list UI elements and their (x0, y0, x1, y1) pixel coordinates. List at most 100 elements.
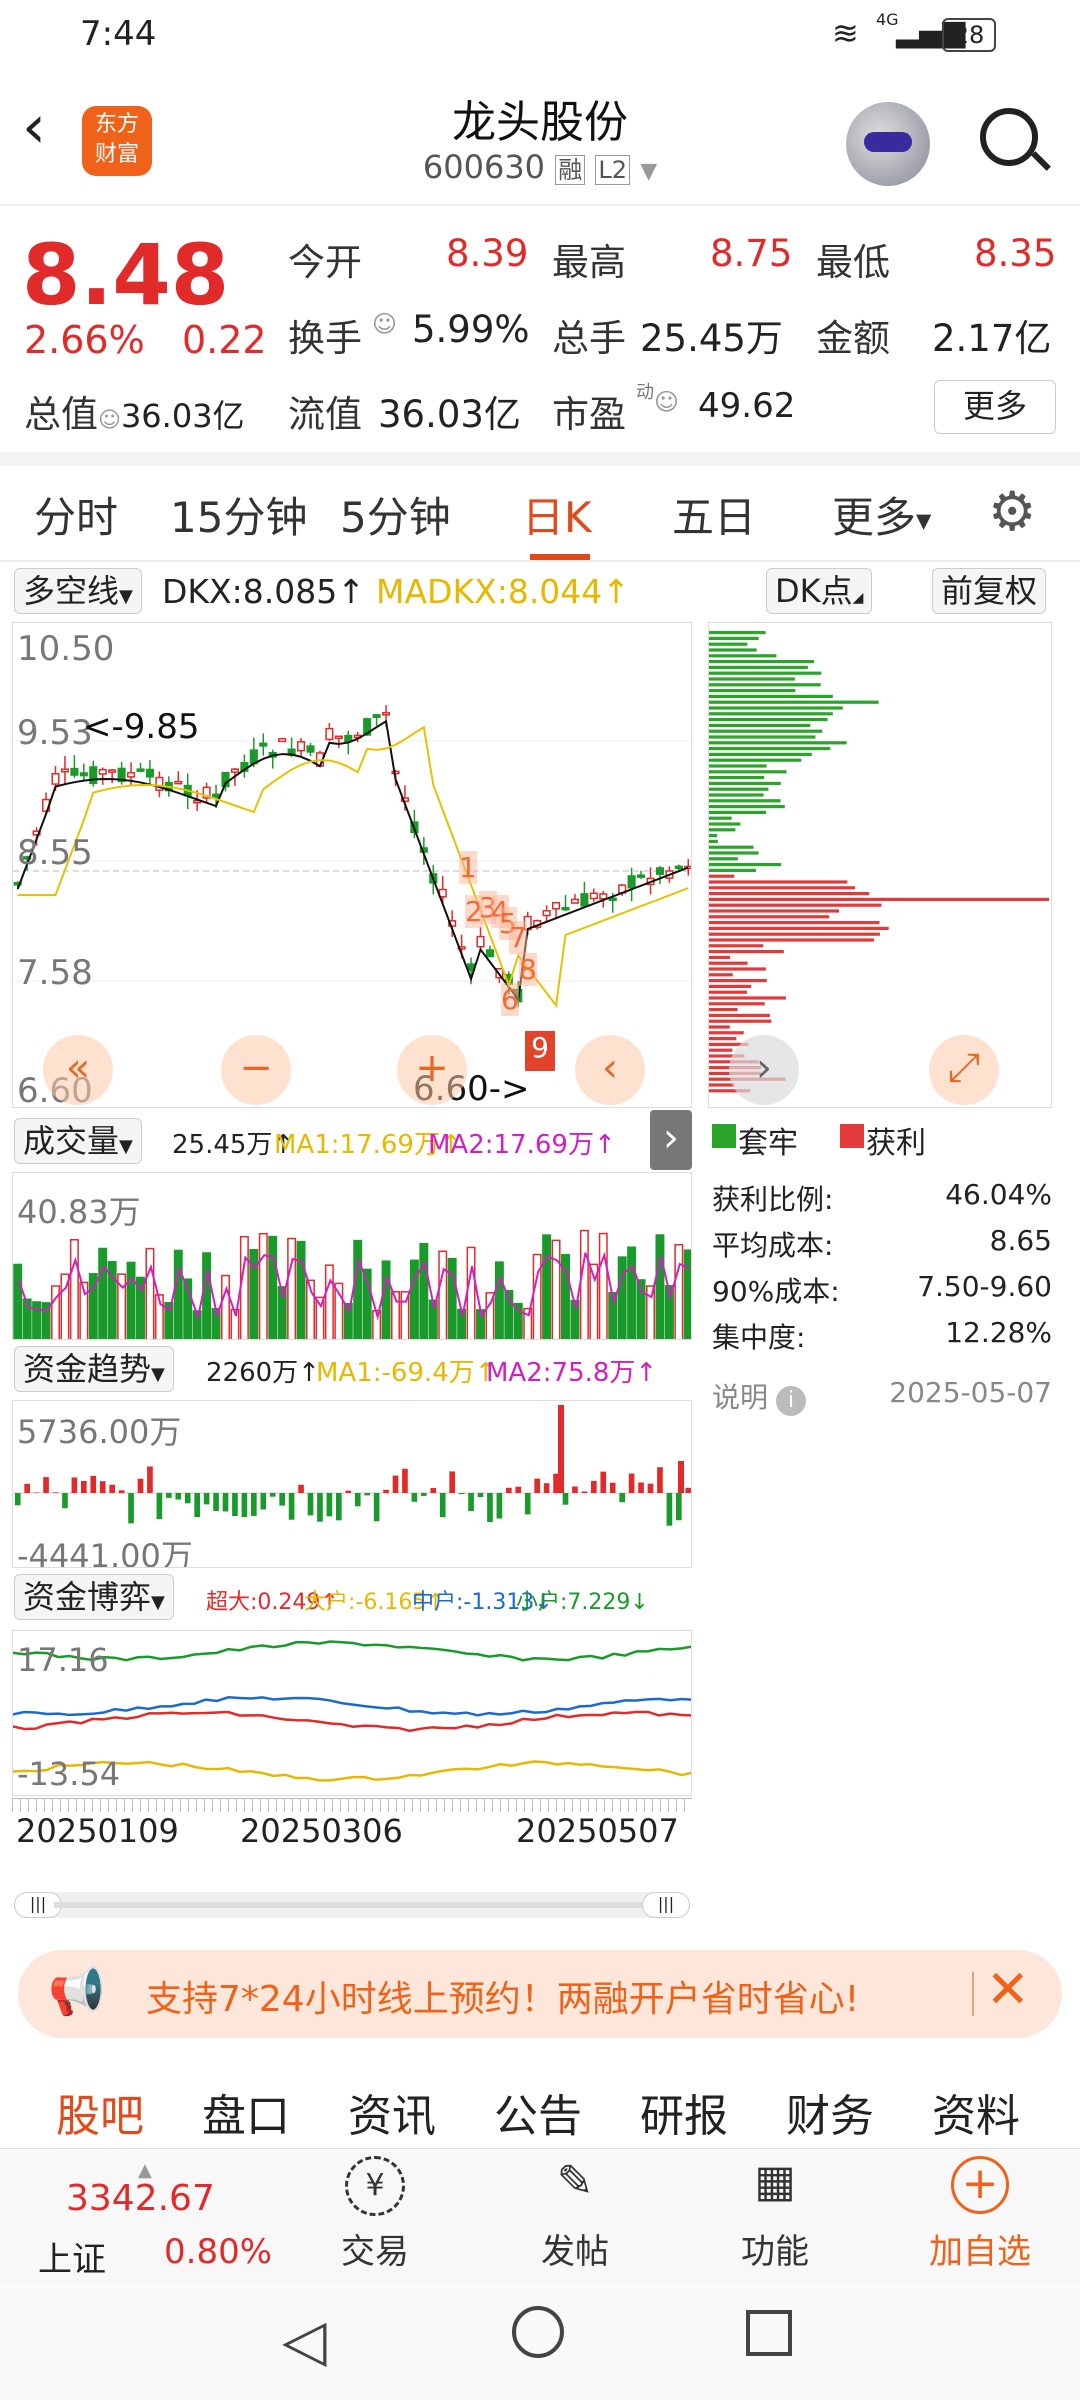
fund-indicator-label: 资金趋势 (23, 1350, 152, 1388)
dk-point-button[interactable]: DK点◢ (766, 568, 873, 614)
chip-stat-value: 7.50-9.60 (917, 1270, 1052, 1303)
logo-text-bottom: 财富 (94, 142, 139, 167)
pan-left-button[interactable]: ‹ (575, 1035, 645, 1105)
chip-bar (709, 770, 787, 774)
fund-trend-chart[interactable]: 5736.00万 -4441.00万 (12, 1400, 692, 1568)
amount-value: 2.17亿 (932, 317, 1052, 360)
app-logo[interactable]: 东方 财富 (82, 106, 152, 176)
kline-chart[interactable]: 10.50 9.53 8.55 7.58 6.60 <-9.85 6.60-> … (12, 622, 692, 1108)
volume-chart[interactable]: 40.83万 (12, 1172, 692, 1340)
info-icon[interactable]: ☺ (654, 388, 679, 416)
turnover-value: 5.99% (412, 308, 530, 351)
tab-profile[interactable]: 资料 (932, 2080, 1020, 2144)
chip-bar (709, 1031, 744, 1035)
search-icon[interactable] (980, 108, 1051, 171)
kline-indicator-select[interactable]: 多空线▼ (14, 568, 142, 614)
volume-bar (287, 1237, 297, 1339)
expand-indicators-button[interactable]: › (650, 1110, 692, 1170)
settings-gear-icon[interactable]: ⚙ (988, 480, 1036, 543)
date-label-start: 20250109 (16, 1812, 179, 1850)
dropdown-icon[interactable]: ▼ (640, 159, 657, 184)
tab-guba[interactable]: 股吧 (56, 2080, 144, 2144)
dkx-value: DKX:8.085↑ (162, 572, 365, 611)
pe-label: 市盈 (552, 393, 626, 436)
volume-bar (173, 1249, 183, 1339)
high-value: 8.75 (710, 232, 793, 275)
tab-five-day[interactable]: 五日 (672, 484, 756, 545)
tab-15min[interactable]: 15分钟 (170, 484, 307, 545)
chip-distribution-chart[interactable]: › ⤢ (708, 622, 1052, 1108)
change-amount: 0.22 (182, 318, 267, 362)
post-button[interactable]: ✎ 发帖 (530, 2148, 620, 2288)
nav-recent-icon[interactable] (746, 2310, 792, 2356)
chip-bar (709, 938, 875, 942)
pan-left-fast-button[interactable]: « (43, 1035, 113, 1105)
chip-bar (709, 932, 880, 936)
add-watchlist-button[interactable]: + 加自选 (910, 2148, 1050, 2288)
info-icon[interactable]: ☺ (372, 310, 397, 338)
chip-bar (709, 776, 765, 780)
current-price: 8.48 (22, 226, 230, 324)
close-icon[interactable]: ✕ (986, 1960, 1030, 2020)
kline-candle (136, 768, 145, 772)
fund-game-chart[interactable]: 17.16 -13.54 (12, 1630, 692, 1796)
separator (0, 452, 1080, 466)
expand-icon[interactable]: ⤢ (929, 1035, 999, 1105)
battery-icon: 28 (942, 18, 996, 52)
kline-candle (542, 910, 551, 917)
status-bar: 7:44 ≋ 4G ▂▄▆ 28 (0, 0, 1080, 72)
chip-bar (709, 863, 782, 867)
adjust-select[interactable]: 前复权 (932, 568, 1047, 614)
tab-pankou[interactable]: 盘口 (202, 2080, 290, 2144)
chip-bar (709, 712, 833, 716)
chip-stat-row: 获利比例: 46.04% (712, 1178, 1052, 1224)
period-tabs: 分时 15分钟 5分钟 日K 五日 更多▼ ⚙ (0, 466, 1080, 562)
chip-bar (709, 816, 732, 820)
game-indicator-select[interactable]: 资金博弈▼ (14, 1574, 174, 1620)
fund-indicator-select[interactable]: 资金趋势▼ (14, 1346, 174, 1392)
kline-candle (627, 875, 636, 889)
kline-indicator-label: 多空线 (23, 572, 120, 610)
kline-candles (13, 705, 691, 1008)
volume-bar (239, 1235, 249, 1339)
tab-announcement[interactable]: 公告 (494, 2080, 582, 2144)
robot-avatar-icon[interactable] (846, 102, 930, 186)
tab-more[interactable]: 更多▼ (832, 484, 931, 545)
info-icon[interactable]: i (776, 1386, 807, 1416)
nav-back-icon[interactable]: ◁ (282, 2306, 327, 2374)
chip-bar (709, 758, 802, 762)
more-button[interactable]: 更多 (934, 380, 1056, 434)
tab-intraday[interactable]: 分时 (34, 484, 118, 545)
info-icon[interactable]: ☺ (98, 408, 121, 433)
chip-bar (709, 973, 733, 977)
zoom-in-button[interactable]: + (397, 1035, 467, 1105)
promo-banner[interactable]: 📢 支持7*24小时线上预约！两融开户省时省心! ✕ (18, 1950, 1062, 2038)
tab-5min[interactable]: 5分钟 (340, 484, 451, 545)
chip-bar (709, 822, 741, 826)
volume-indicator-select[interactable]: 成交量▼ (14, 1118, 142, 1164)
tab-finance[interactable]: 财务 (786, 2080, 874, 2144)
chip-bar (709, 671, 822, 675)
kline-candle (325, 727, 334, 741)
tab-news[interactable]: 资讯 (348, 2080, 436, 2144)
trade-button[interactable]: ¥ 交易 (330, 2148, 420, 2288)
chip-bar (709, 660, 814, 664)
zoom-out-button[interactable]: − (221, 1035, 291, 1105)
pan-right-button[interactable]: › (729, 1035, 799, 1105)
tab-research[interactable]: 研报 (640, 2080, 728, 2144)
functions-button[interactable]: ▦ 功能 (730, 2148, 820, 2288)
trade-label: 交易 (341, 2232, 409, 2272)
range-handle-right[interactable]: ||| (642, 1892, 690, 1918)
game-ymax: 17.16 (17, 1641, 109, 1679)
kline-candle (485, 949, 494, 958)
kline-candle (60, 768, 70, 773)
nav-home-icon[interactable] (512, 2306, 564, 2358)
back-icon[interactable]: ‹ (22, 92, 46, 162)
chip-note-label[interactable]: 说明 (712, 1381, 768, 1414)
index-ticker[interactable]: ▲ 3342.67 上证 0.80% (20, 2160, 280, 2280)
tab-daily-k[interactable]: 日K (522, 484, 592, 545)
chip-bar (709, 897, 1049, 901)
range-scrollbar[interactable]: ||| ||| (14, 1892, 690, 1918)
volume-bar (579, 1229, 589, 1339)
chip-bar (709, 793, 764, 797)
